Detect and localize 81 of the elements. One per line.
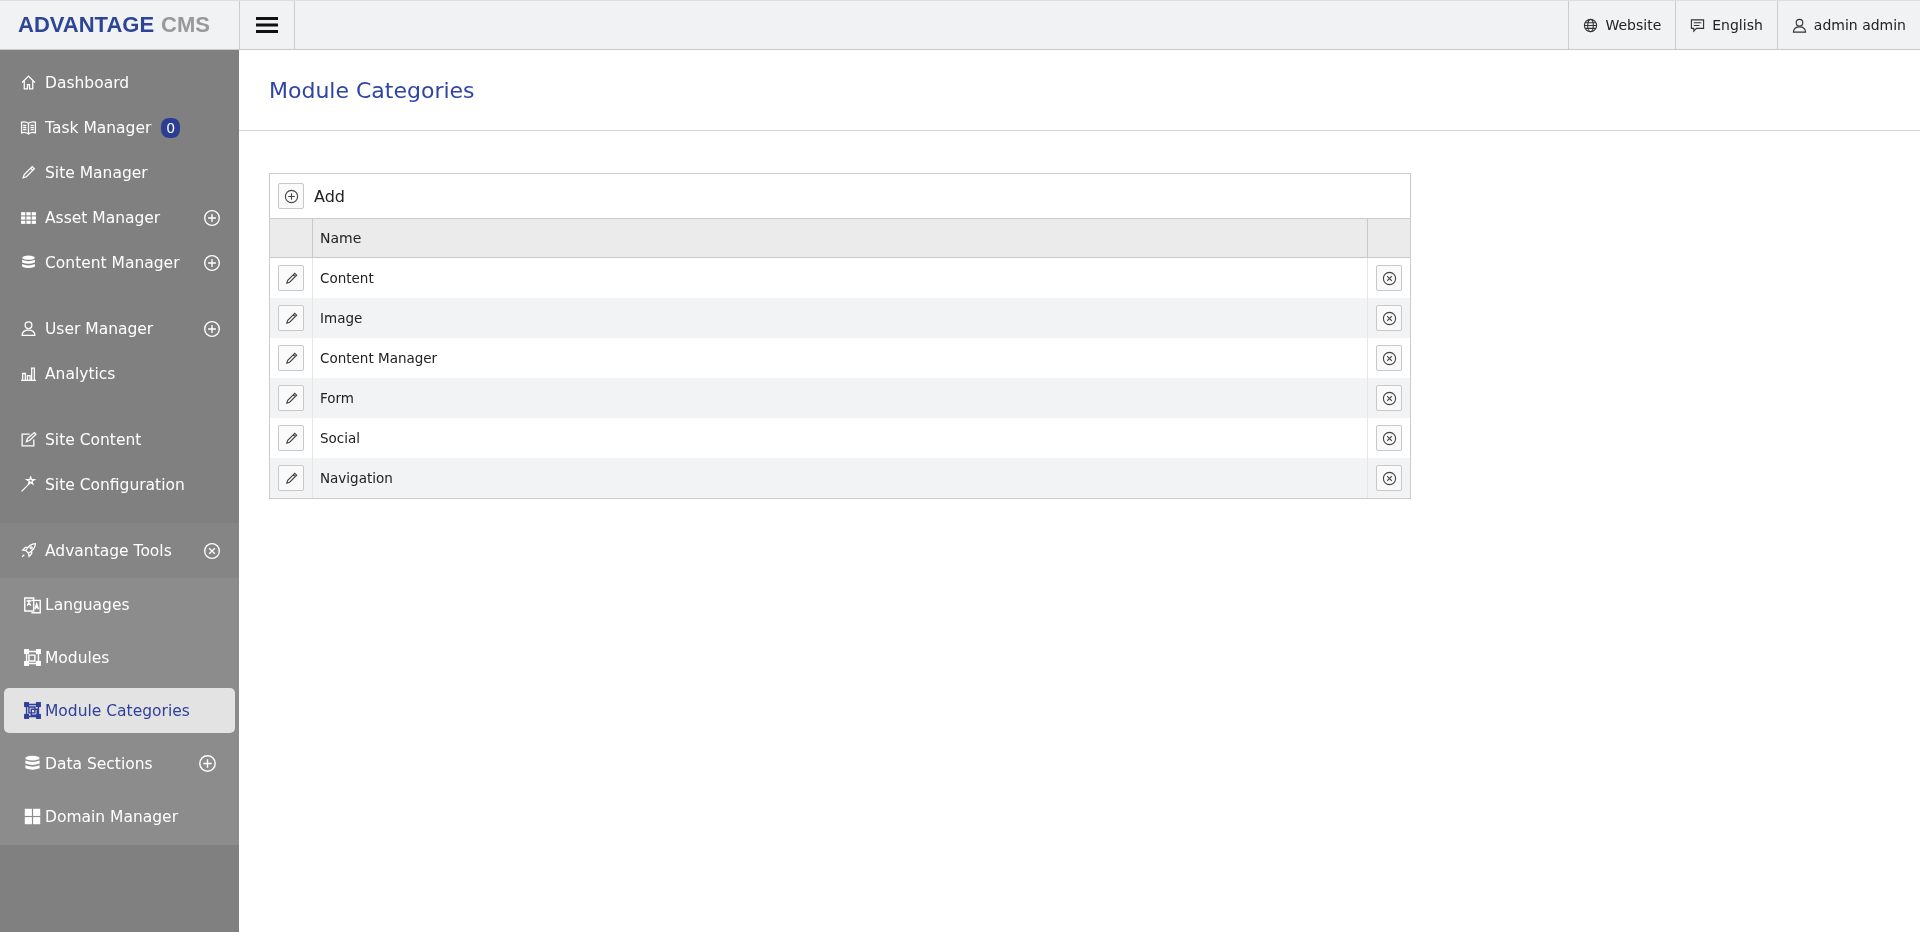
sidebar-item[interactable]: Module Categories: [4, 688, 235, 733]
table-cell: Image: [320, 310, 363, 326]
sidebar-item[interactable]: Task Manager: [45, 118, 152, 137]
book-icon: [20, 119, 37, 136]
translate-icon: [23, 595, 42, 614]
delete-button[interactable]: [1376, 385, 1402, 411]
pencil-icon: [283, 310, 299, 326]
close-icon: [1381, 310, 1397, 326]
sidebar-item[interactable]: Analytics: [45, 364, 116, 383]
close-icon: [1381, 430, 1397, 446]
close-icon: [1381, 350, 1397, 366]
database-icon: [23, 754, 42, 773]
sidebar-item[interactable]: Site Content: [45, 430, 142, 449]
sidebar-item[interactable]: Advantage Tools: [45, 541, 172, 560]
sidebar-item[interactable]: User Manager: [45, 319, 154, 338]
page-title: Module Categories: [269, 77, 475, 103]
logo-text: CMS: [161, 12, 210, 38]
sidebar-item[interactable]: Domain Manager: [4, 790, 235, 843]
edit-button[interactable]: [278, 465, 304, 491]
table-cell: Navigation: [320, 470, 393, 486]
user-icon: [20, 320, 37, 337]
sidebar-item[interactable]: Modules: [4, 631, 235, 684]
delete-button[interactable]: [1376, 265, 1402, 291]
sidebar-item[interactable]: Languages: [4, 578, 235, 631]
sidebar-item[interactable]: Site Configuration: [45, 475, 185, 494]
table-cell: Social: [320, 430, 361, 446]
add-button[interactable]: [278, 183, 304, 209]
edit-button[interactable]: [278, 425, 304, 451]
wand-icon: [20, 476, 37, 493]
pencil-icon: [283, 390, 299, 406]
home-icon: [20, 74, 37, 91]
sidebar-item[interactable]: Asset Manager: [45, 208, 161, 227]
grid-icon: [20, 209, 37, 226]
close-icon: [1381, 270, 1397, 286]
delete-button[interactable]: [1376, 345, 1402, 371]
delete-button[interactable]: [1376, 425, 1402, 451]
menu-button[interactable]: [239, 1, 295, 49]
delete-button[interactable]: [1376, 465, 1402, 491]
close-icon: [1381, 390, 1397, 406]
table-cell: Form: [320, 390, 354, 406]
add-icon: [203, 319, 221, 338]
frame-icon: [23, 701, 42, 720]
add-label[interactable]: Add: [314, 186, 345, 206]
edit-icon: [20, 431, 37, 448]
menu-icon: [256, 16, 278, 34]
table-cell: Content: [320, 270, 374, 286]
database-icon: [20, 254, 37, 271]
logo-text: ADVANTAGE: [18, 12, 155, 38]
edit-button[interactable]: [278, 265, 304, 291]
add-icon: [283, 188, 299, 204]
sidebar-item[interactable]: Dashboard: [45, 73, 130, 92]
table-cell: Content Manager: [320, 350, 438, 366]
add-icon: [203, 253, 221, 272]
pencil-icon: [20, 164, 37, 181]
top-link[interactable]: admin admin: [1813, 17, 1906, 33]
sidebar-item[interactable]: Content Manager: [45, 253, 180, 272]
edit-button[interactable]: [278, 305, 304, 331]
tiles-icon: [23, 807, 42, 826]
edit-button[interactable]: [278, 385, 304, 411]
rocket-icon: [20, 542, 37, 559]
top-link[interactable]: English: [1712, 17, 1763, 33]
sidebar-item[interactable]: Site Manager: [45, 163, 148, 182]
pencil-icon: [283, 350, 299, 366]
close-icon: [1381, 470, 1397, 486]
frame-icon: [23, 648, 42, 667]
add-icon: [203, 208, 221, 227]
delete-button[interactable]: [1376, 305, 1402, 331]
edit-button[interactable]: [278, 345, 304, 371]
bar-chart-icon: [20, 365, 37, 382]
count-badge: 0: [161, 117, 181, 138]
sidebar-item[interactable]: Data Sections: [4, 737, 235, 790]
add-icon: [198, 754, 217, 773]
column-header: Name: [320, 230, 362, 246]
top-link[interactable]: Website: [1605, 17, 1662, 33]
pencil-icon: [283, 470, 299, 486]
pencil-icon: [283, 430, 299, 446]
pencil-icon: [283, 270, 299, 286]
chat-icon: [1690, 17, 1706, 33]
close-icon: [203, 541, 221, 560]
globe-icon: [1583, 17, 1599, 33]
user-icon: [1791, 17, 1807, 33]
